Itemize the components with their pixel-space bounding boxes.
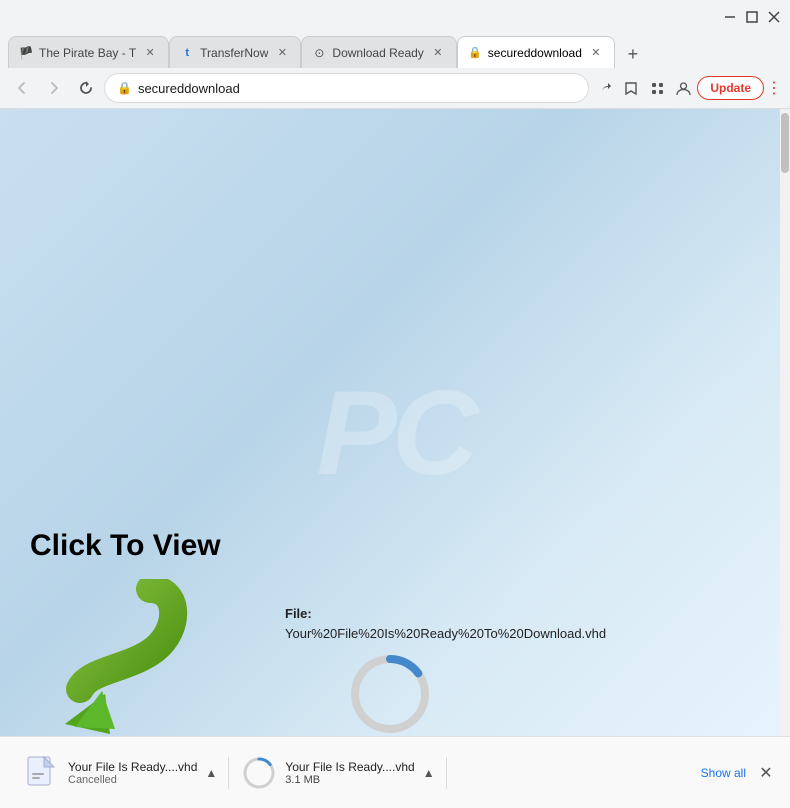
browser-chrome: 🏴 The Pirate Bay - T ✕ t TransferNow ✕ ⊙… bbox=[0, 0, 790, 109]
tab-secureddownload[interactable]: 🔒 secureddownload ✕ bbox=[457, 36, 615, 68]
download-bar: Your File Is Ready....vhd Cancelled ▲ Yo… bbox=[0, 736, 790, 808]
tab-favicon-secureddownload: 🔒 bbox=[468, 46, 482, 60]
profile-icon[interactable] bbox=[671, 76, 695, 100]
menu-dots-button[interactable]: ⋮ bbox=[766, 78, 782, 98]
progress-circle bbox=[350, 654, 430, 734]
tab-favicon-transfernow: t bbox=[180, 46, 194, 60]
tab-close-transfernow[interactable]: ✕ bbox=[274, 45, 290, 61]
scrollbar[interactable] bbox=[780, 109, 790, 757]
bookmark-icon[interactable] bbox=[619, 76, 643, 100]
green-arrow-icon bbox=[60, 579, 190, 744]
close-button[interactable] bbox=[766, 9, 782, 25]
new-tab-button[interactable]: + bbox=[619, 40, 647, 68]
back-button[interactable] bbox=[8, 74, 36, 102]
scrollbar-thumb[interactable] bbox=[781, 113, 789, 173]
page-inner: Click To View bbox=[0, 109, 780, 757]
show-all-button[interactable]: Show all bbox=[701, 766, 746, 780]
page-content: PC Click To View bbox=[0, 109, 790, 757]
address-text: secureddownload bbox=[138, 81, 576, 96]
download-filename-2: Your File Is Ready....vhd bbox=[285, 760, 414, 774]
download-file-icon-2 bbox=[241, 755, 277, 791]
address-input[interactable]: 🔒 secureddownload bbox=[104, 73, 589, 103]
title-bar bbox=[0, 0, 790, 32]
address-bar: 🔒 secureddownload Update ⋮ bbox=[0, 68, 790, 108]
address-actions: Update ⋮ bbox=[593, 76, 782, 100]
tab-close-piratebay[interactable]: ✕ bbox=[142, 45, 158, 61]
download-status-1: Cancelled bbox=[68, 774, 197, 786]
forward-button[interactable] bbox=[40, 74, 68, 102]
file-label: File: bbox=[285, 604, 606, 624]
minimize-button[interactable] bbox=[722, 9, 738, 25]
file-info: File: Your%20File%20Is%20Ready%20To%20Do… bbox=[285, 604, 606, 643]
security-lock-icon: 🔒 bbox=[117, 81, 132, 95]
window-controls bbox=[722, 9, 782, 25]
tab-title-piratebay: The Pirate Bay - T bbox=[39, 46, 136, 60]
tab-title-downloadready: Download Ready bbox=[332, 46, 423, 60]
tab-bar: 🏴 The Pirate Bay - T ✕ t TransferNow ✕ ⊙… bbox=[0, 32, 790, 68]
refresh-button[interactable] bbox=[72, 74, 100, 102]
download-file-icon-1 bbox=[24, 755, 60, 791]
share-icon[interactable] bbox=[593, 76, 617, 100]
download-size-2: 3.1 MB bbox=[285, 774, 414, 786]
tab-piratebay[interactable]: 🏴 The Pirate Bay - T ✕ bbox=[8, 36, 169, 68]
tab-favicon-downloadready: ⊙ bbox=[312, 46, 326, 60]
maximize-button[interactable] bbox=[744, 9, 760, 25]
extensions-icon[interactable] bbox=[645, 76, 669, 100]
browser-window: 🏴 The Pirate Bay - T ✕ t TransferNow ✕ ⊙… bbox=[0, 0, 790, 757]
tab-close-downloadready[interactable]: ✕ bbox=[430, 45, 446, 61]
download-chevron-2[interactable]: ▲ bbox=[423, 766, 435, 780]
download-item-1: Your File Is Ready....vhd Cancelled ▲ bbox=[12, 747, 229, 799]
download-text-2: Your File Is Ready....vhd 3.1 MB bbox=[285, 760, 414, 786]
tab-favicon-piratebay: 🏴 bbox=[19, 46, 33, 60]
tab-title-transfernow: TransferNow bbox=[200, 46, 268, 60]
click-to-view-text: Click To View bbox=[30, 529, 221, 563]
download-chevron-1[interactable]: ▲ bbox=[205, 766, 217, 780]
file-name: Your%20File%20Is%20Ready%20To%20Download… bbox=[285, 624, 606, 644]
tab-transfernow[interactable]: t TransferNow ✕ bbox=[169, 36, 301, 68]
tab-downloadready[interactable]: ⊙ Download Ready ✕ bbox=[301, 36, 456, 68]
download-item-2: Your File Is Ready....vhd 3.1 MB ▲ bbox=[229, 747, 446, 799]
close-download-bar-button[interactable]: ✕ bbox=[754, 761, 778, 785]
tab-title-secureddownload: secureddownload bbox=[488, 46, 582, 60]
download-filename-1: Your File Is Ready....vhd bbox=[68, 760, 197, 774]
update-button[interactable]: Update bbox=[697, 76, 764, 100]
download-text-1: Your File Is Ready....vhd Cancelled bbox=[68, 760, 197, 786]
tab-close-secureddownload[interactable]: ✕ bbox=[588, 45, 604, 61]
